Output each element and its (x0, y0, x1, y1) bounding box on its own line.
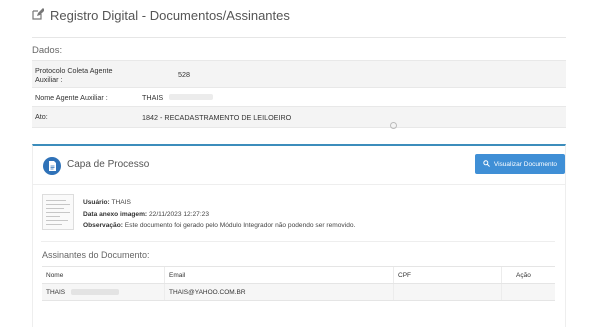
cursor-indicator (390, 122, 397, 129)
capa-processo-panel: Capa de Processo Visualizar Documento Us… (32, 144, 566, 327)
dados-row-protocolo: Protocolo Coleta Agente Auxiliar : 528 (32, 60, 566, 87)
column-header-acao: Ação (516, 271, 531, 279)
divider (41, 241, 555, 242)
dados-value: 1842 - RECADASTRAMENTO DE LEILOEIRO (142, 112, 292, 122)
dados-key: Ato: (35, 112, 48, 121)
page-title-text: Registro Digital - Documentos/Assinantes (50, 8, 290, 23)
data-anexo-label: Data anexo imagem: (83, 210, 148, 218)
dados-value: THAIS (140, 88, 566, 106)
dados-value-text: THAIS (142, 92, 164, 102)
dados-value: 528 (178, 69, 190, 79)
document-icon (43, 157, 61, 175)
assinantes-table: Nome Email CPF Ação THAIS THAIS@YAHOO.CO… (42, 266, 555, 301)
usuario-value: THAIS (111, 199, 131, 206)
column-header-email: Email (165, 267, 394, 283)
panel-title: Capa de Processo (67, 159, 150, 170)
table-header: Nome Email CPF Ação (42, 266, 555, 284)
usuario-line: Usuário: THAIS (83, 197, 355, 209)
redacted-text (169, 94, 214, 100)
observacao-line: Observação: Este documento foi gerado pe… (83, 220, 355, 232)
observacao-label: Observação: (83, 222, 123, 229)
observacao-value: Este documento foi gerado pelo Módulo In… (124, 222, 356, 229)
dados-key: Nome Agente Auxiliar : (35, 93, 108, 102)
view-document-label: Visualizar Documento (493, 160, 557, 168)
cell-nome-text: THAIS (46, 288, 66, 296)
dados-key: Protocolo Coleta Agente Auxiliar : (35, 66, 113, 84)
cell-nome: THAIS (42, 284, 165, 300)
cell-cpf (394, 284, 502, 300)
dados-label: Dados: (32, 45, 63, 56)
usuario-label: Usuário: (83, 199, 110, 206)
title-divider (32, 37, 566, 38)
dados-row-nome: Nome Agente Auxiliar : THAIS (32, 87, 566, 106)
dados-table: Protocolo Coleta Agente Auxiliar : 528 N… (32, 60, 566, 128)
column-header-nome: Nome (42, 267, 165, 283)
table-row: THAIS THAIS@YAHOO.COM.BR (42, 284, 555, 301)
view-document-button[interactable]: Visualizar Documento (474, 154, 565, 174)
edit-icon (32, 8, 45, 23)
cell-email: THAIS@YAHOO.COM.BR (165, 284, 394, 300)
redacted-text (71, 289, 120, 295)
page-title: Registro Digital - Documentos/Assinantes (32, 8, 290, 23)
panel-header: Capa de Processo Visualizar Documento (33, 146, 565, 185)
document-info: Usuário: THAIS Data anexo imagem: 22/11/… (83, 197, 355, 232)
column-header-cpf: CPF (394, 267, 502, 283)
document-thumbnail[interactable] (42, 194, 74, 230)
cell-acao (502, 284, 555, 300)
dados-row-ato: Ato: 1842 - RECADASTRAMENTO DE LEILOEIRO (32, 106, 566, 128)
assinantes-title: Assinantes do Documento: (42, 250, 150, 260)
data-anexo-line: Data anexo imagem: 22/11/2023 12:27:23 (83, 209, 355, 221)
search-icon (483, 159, 490, 169)
data-anexo-value: 22/11/2023 12:27:23 (148, 210, 209, 218)
